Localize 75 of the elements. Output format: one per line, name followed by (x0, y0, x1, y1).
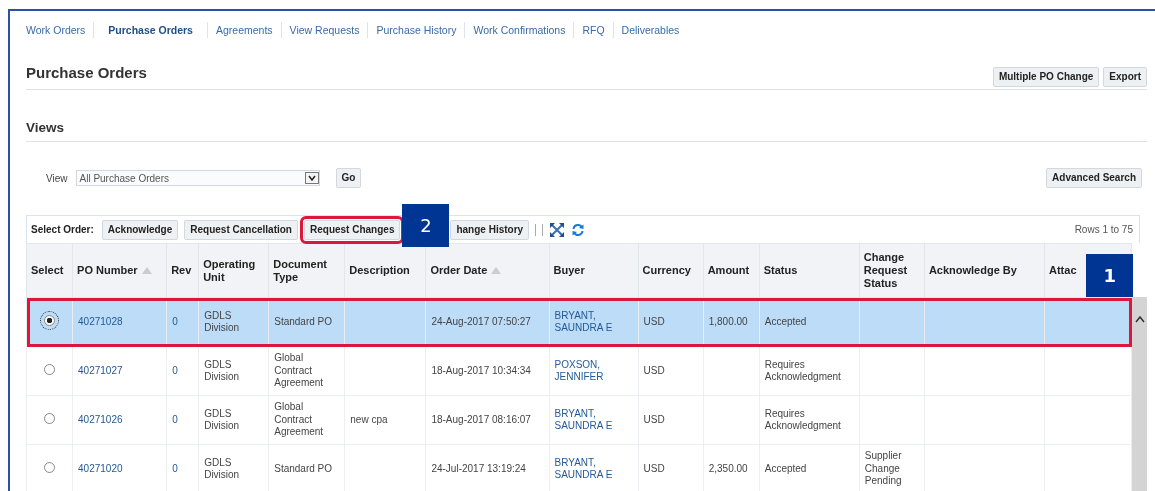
radio-button[interactable] (44, 363, 55, 375)
table-cell-text: Supplier Change Pending (864, 450, 903, 488)
section-heading: Views (26, 120, 1147, 142)
dropdown-arrow-icon[interactable] (304, 172, 319, 184)
table-cell: 18-Aug-2017 10:34:34 (431, 364, 531, 378)
column-header[interactable]: PO Number (77, 264, 138, 278)
column-header[interactable]: Description (349, 264, 410, 278)
expand-arrows-icon[interactable] (549, 221, 566, 238)
table-cell-text: Global Contract Agreement (274, 352, 325, 390)
link[interactable]: 40271020 (78, 462, 123, 476)
table-cell-text: Requires Acknowledgment (764, 407, 842, 433)
tab[interactable]: RFQ (574, 22, 614, 38)
advanced-search-button[interactable]: Advanced Search (1046, 168, 1142, 188)
table-cell-text: Requires Acknowledgment (764, 358, 842, 384)
column-header[interactable]: Currency (642, 264, 691, 278)
table-cell: USD (643, 413, 665, 427)
table-cell-text: GDLS Division (204, 309, 241, 335)
link[interactable]: 0 (172, 462, 178, 476)
action-button[interactable]: hange History (450, 219, 530, 240)
table-cell: 24-Jul-2017 13:19:24 (431, 462, 526, 476)
scrollbar[interactable] (1132, 297, 1147, 491)
link[interactable]: 0 (172, 413, 178, 427)
callout-badge: 1 (1086, 254, 1134, 297)
tab[interactable]: Deliverables (613, 22, 688, 38)
table-cell: Accepted (764, 462, 807, 476)
link[interactable]: 40271028 (78, 315, 123, 329)
table-cell-text: GDLS Division (204, 407, 241, 433)
callout-badge: 2 (402, 203, 450, 247)
toolbar-divider-icon (535, 223, 544, 236)
column-header[interactable]: Select (31, 264, 64, 278)
page-title: Purchase Orders (26, 64, 147, 81)
table-cell: new cpa (350, 413, 388, 427)
table-cell: 1,800.00 (708, 315, 748, 329)
tab[interactable]: Work Orders (18, 22, 95, 38)
link[interactable]: 40271026 (78, 413, 123, 427)
table-cell-text: GDLS Division (204, 358, 241, 384)
column-header[interactable]: Acknowledge By (928, 264, 1017, 278)
tab[interactable]: View Requests (281, 22, 369, 38)
table-cell-text: GDLS Division (204, 456, 241, 482)
column-header[interactable]: Status (763, 264, 798, 278)
table-cell: USD (643, 315, 665, 329)
radio-button[interactable] (44, 412, 55, 424)
table-cell: USD (643, 364, 665, 378)
table-cell: 2,350.00 (708, 462, 748, 476)
column-header[interactable]: Amount (707, 264, 750, 278)
table-cell-text: Global Contract Agreement (274, 401, 325, 439)
toolbar-label: Select Order: (31, 224, 94, 235)
column-header[interactable]: Order Date (430, 264, 488, 278)
radio-button[interactable] (44, 314, 55, 326)
toolbar-button[interactable]: Multiple PO Change (992, 67, 1100, 87)
field-label: View (46, 172, 68, 184)
table-cell: Standard PO (274, 462, 333, 476)
link[interactable]: 0 (172, 364, 178, 378)
refresh-icon[interactable] (571, 222, 586, 237)
tab[interactable]: Work Confirmations (465, 22, 575, 38)
view-dropdown[interactable]: All Purchase Orders (75, 170, 320, 186)
row-count: Rows 1 to 75 (1074, 224, 1133, 235)
table-cell: 24-Aug-2017 07:50:27 (431, 315, 531, 329)
column-header[interactable]: Attac (1049, 264, 1077, 278)
table-cell: Standard PO (274, 315, 333, 329)
go-button[interactable]: Go (335, 168, 362, 188)
table-cell: USD (643, 462, 665, 476)
tab[interactable]: Purchase Orders (94, 22, 208, 38)
tab[interactable]: Agreements (207, 22, 282, 38)
action-button[interactable]: Acknowledge (101, 219, 179, 240)
table-cell: Accepted (764, 315, 807, 329)
column-header[interactable]: Buyer (553, 264, 585, 278)
link[interactable]: 40271027 (78, 364, 123, 378)
toolbar-button[interactable]: Export (1103, 67, 1147, 87)
link[interactable]: 0 (172, 315, 178, 329)
action-button[interactable]: Request Cancellation (184, 219, 298, 240)
tab[interactable]: Purchase History (368, 22, 466, 38)
table-cell: 18-Aug-2017 08:16:07 (431, 413, 531, 427)
column-header[interactable]: Rev (171, 264, 192, 278)
radio-button[interactable] (44, 461, 55, 473)
